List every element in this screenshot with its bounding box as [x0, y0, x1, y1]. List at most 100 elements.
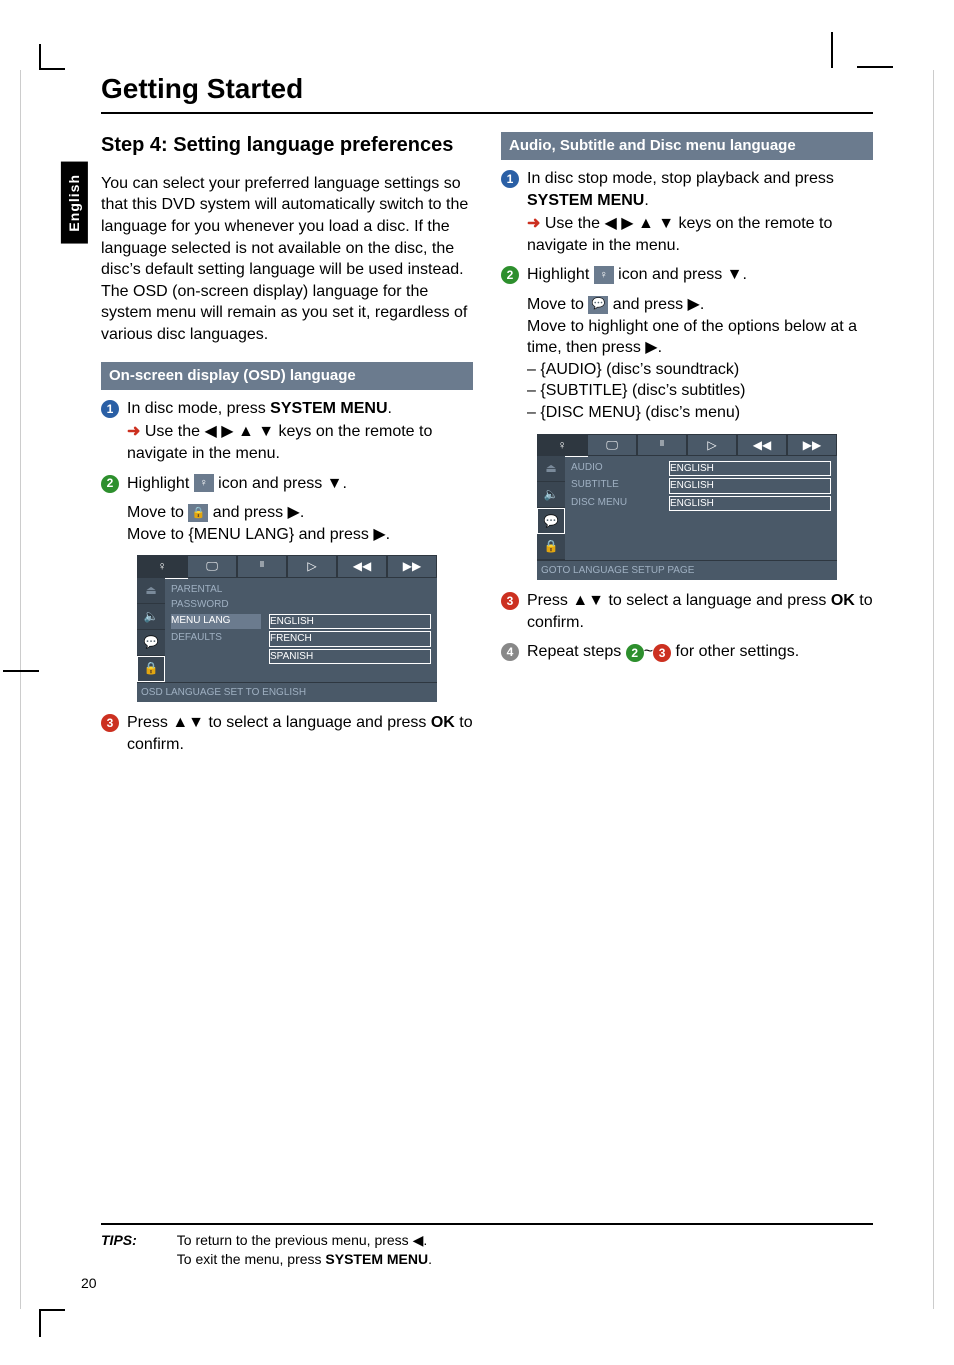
- list-item: {DISC MENU} (disc’s menu): [527, 402, 873, 424]
- step-number: Step 4:: [101, 134, 173, 156]
- step-a1: 1 In disc mode, press SYSTEM MENU. ➜ Use…: [101, 398, 473, 465]
- text: icon and press ▼.: [214, 475, 347, 492]
- text: Use the ◀ ▶ ▲ ▼ keys on the remote to na…: [127, 423, 432, 462]
- bullet-3-icon: 3: [101, 714, 119, 732]
- speech-icon: 💬: [588, 296, 608, 314]
- section-heading: Step 4: Setting language preferences: [101, 132, 473, 159]
- screen-row: MENU LANG ENGLISH: [169, 613, 433, 631]
- text: Repeat steps: [527, 643, 626, 660]
- screen-row-value: [269, 598, 431, 612]
- screen-sidebar-icon: 💬: [137, 630, 165, 656]
- arrow-icon: ➜: [527, 215, 545, 232]
- screen-row: DEFAULTSFRENCH: [169, 630, 433, 648]
- text: Highlight: [527, 266, 594, 283]
- tips-label: TIPS:: [101, 1231, 137, 1250]
- step-a3: 3 Press ▲▼ to select a language and pres…: [101, 712, 473, 755]
- text: icon and press ▼.: [614, 266, 747, 283]
- screen-sidebar-icon: ⏏: [537, 456, 565, 482]
- screen-tab: ♀: [537, 434, 587, 456]
- screen-row-label: [171, 649, 261, 665]
- step-b2: 2 Highlight ♀ icon and press ▼.: [501, 264, 873, 286]
- tip-line: To return to the previous menu, press ◀.: [177, 1231, 432, 1250]
- list-item: {AUDIO} (disc’s soundtrack): [527, 359, 873, 381]
- page-number: 20: [81, 1274, 97, 1293]
- intro-paragraph: You can select your preferred language s…: [101, 173, 473, 346]
- osd-screenshot-a: ♀🖵ᴵᴵ▷◀◀▶▶ ⏏🔈💬🔒 PARENTALPASSWORDMENU LANG…: [137, 555, 437, 702]
- screen-row-value: SPANISH: [269, 649, 431, 665]
- band-osd: On-screen display (OSD) language: [101, 362, 473, 390]
- system-menu-label: SYSTEM MENU: [325, 1251, 428, 1267]
- screen-tab: ▷: [287, 555, 337, 577]
- bullet-1-icon: 1: [501, 170, 519, 188]
- screen-tab: ♀: [137, 555, 187, 577]
- ok-label: OK: [431, 714, 455, 731]
- side-tab-english: English: [61, 162, 88, 244]
- screen-sidebar-icon: 🔈: [537, 482, 565, 508]
- left-column: Step 4: Setting language preferences You…: [101, 126, 473, 763]
- bullet-2-icon: 2: [501, 266, 519, 284]
- screen-row-value: [269, 583, 431, 597]
- screen-sidebar-icon: 🔈: [137, 604, 165, 630]
- text: In disc mode, press: [127, 400, 270, 417]
- text: for other settings.: [671, 643, 799, 660]
- right-column: Audio, Subtitle and Disc menu language 1…: [501, 126, 873, 763]
- screen-row: AUDIOENGLISH: [569, 460, 833, 478]
- system-menu-label: SYSTEM MENU: [527, 192, 644, 209]
- text: Move to: [527, 296, 588, 313]
- screen-row-value: ENGLISH: [669, 461, 831, 477]
- page-content: Getting Started Step 4: Setting language…: [21, 70, 933, 1309]
- screen-tab: ᴵᴵ: [637, 434, 687, 456]
- screen-row-value: ENGLISH: [669, 496, 831, 512]
- text: and press ▶.: [208, 504, 304, 521]
- screen-status: OSD LANGUAGE SET TO ENGLISH: [137, 682, 437, 703]
- text: .: [428, 1251, 432, 1267]
- text: Highlight: [127, 475, 194, 492]
- ok-label: OK: [831, 592, 855, 609]
- person-icon: ♀: [194, 474, 214, 492]
- screen-tab: ◀◀: [337, 555, 387, 577]
- screen-row: SPANISH: [169, 648, 433, 666]
- band-audio: Audio, Subtitle and Disc menu language: [501, 132, 873, 160]
- page-title: Getting Started: [101, 70, 873, 114]
- screen-sidebar-icon: 💬: [537, 508, 565, 534]
- text: and press ▶.: [608, 296, 704, 313]
- substep-a2-2: Move to {MENU LANG} and press ▶.: [127, 524, 473, 546]
- screen-row-value: FRENCH: [269, 631, 431, 647]
- screen-tab: ▷: [687, 434, 737, 456]
- screen-tab: ᴵᴵ: [237, 555, 287, 577]
- screen-sidebar-icon: 🔒: [137, 656, 165, 682]
- bullet-1-icon: 1: [101, 400, 119, 418]
- text: .: [644, 192, 648, 209]
- screen-tab: 🖵: [587, 434, 637, 456]
- step-b3: 3 Press ▲▼ to select a language and pres…: [501, 590, 873, 633]
- tips-footer: TIPS: To return to the previous menu, pr…: [101, 1223, 873, 1269]
- screen-row: DISC MENUENGLISH: [569, 495, 833, 513]
- step-b4: 4 Repeat steps 2~3 for other settings.: [501, 641, 873, 663]
- screen-row: PASSWORD: [169, 597, 433, 613]
- screen-row-label: MENU LANG: [171, 614, 261, 630]
- screen-row-label: PASSWORD: [171, 598, 261, 612]
- text: Use the ◀ ▶ ▲ ▼ keys on the remote to na…: [527, 215, 832, 254]
- screen-status: GOTO LANGUAGE SETUP PAGE: [537, 560, 837, 581]
- system-menu-label: SYSTEM MENU: [270, 400, 387, 417]
- arrow-icon: ➜: [127, 423, 145, 440]
- text: .: [388, 400, 392, 417]
- screen-sidebar-icon: ⏏: [137, 578, 165, 604]
- lock-icon: 🔒: [188, 504, 208, 522]
- text: Press ▲▼ to select a language and press: [527, 592, 831, 609]
- substep-b2-1: Move to 💬 and press ▶.: [527, 294, 873, 316]
- list-item: {SUBTITLE} (disc’s subtitles): [527, 380, 873, 402]
- screen-row-value: ENGLISH: [269, 614, 431, 630]
- bullet-4-icon: 4: [501, 643, 519, 661]
- text: To exit the menu, press: [177, 1251, 326, 1267]
- screen-tab: ▶▶: [787, 434, 837, 456]
- step-a2: 2 Highlight ♀ icon and press ▼.: [101, 473, 473, 495]
- screen-row-label: SUBTITLE: [571, 478, 661, 494]
- screen-tab: ▶▶: [387, 555, 437, 577]
- substep-a2-1: Move to 🔒 and press ▶.: [127, 502, 473, 524]
- option-list: {AUDIO} (disc’s soundtrack) {SUBTITLE} (…: [527, 359, 873, 424]
- text: Move to: [127, 504, 188, 521]
- screen-row-label: PARENTAL: [171, 583, 261, 597]
- osd-screenshot-b: ♀🖵ᴵᴵ▷◀◀▶▶ ⏏🔈💬🔒 AUDIOENGLISHSUBTITLEENGLI…: [537, 434, 837, 581]
- text: In disc stop mode, stop playback and pre…: [527, 170, 834, 187]
